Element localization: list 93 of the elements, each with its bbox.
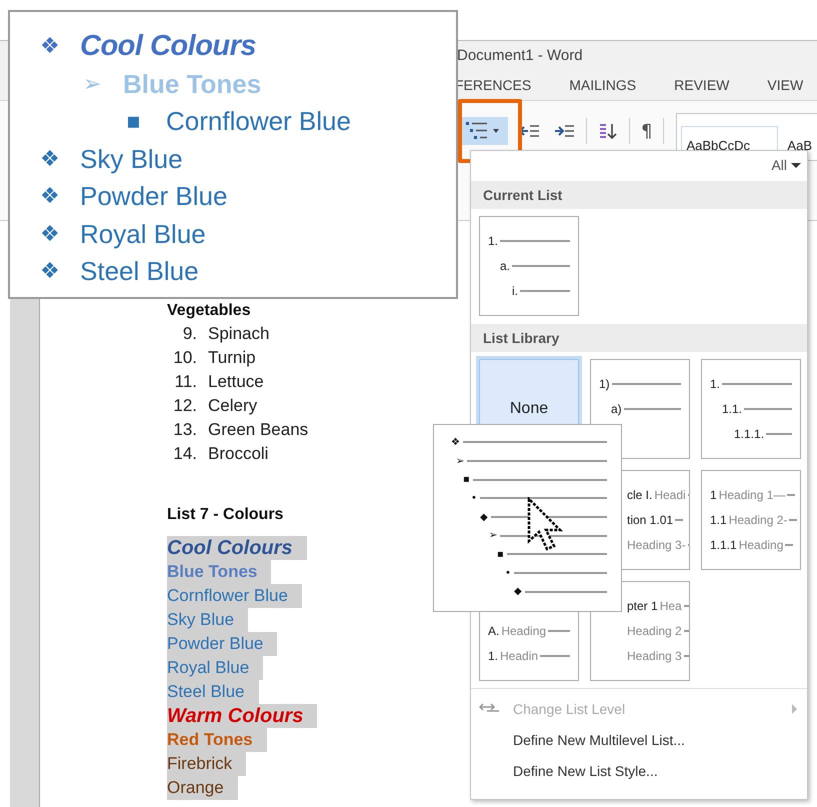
show-formatting-button[interactable]: ¶ <box>638 117 656 145</box>
section-header: List Library <box>471 324 807 352</box>
submenu-arrow-icon <box>792 704 797 714</box>
list-number: 10. <box>172 347 197 369</box>
list-heading: Vegetables <box>167 302 251 320</box>
mouse-pointer-icon <box>527 497 563 553</box>
bullet-symbol: • <box>471 492 477 504</box>
bullet-symbol: ▪ <box>497 548 504 560</box>
bullet-symbol: ❖ <box>40 259 61 284</box>
heading-label: Heading 3- <box>627 538 686 552</box>
heading-label: Heading 2- <box>728 512 788 526</box>
bullet-symbol: ❖ <box>40 222 61 247</box>
selected-list-item: Cornflower Blue <box>167 584 302 608</box>
level-number: a) <box>611 402 622 416</box>
list-heading: List 7 - Colours <box>167 506 284 524</box>
level-number: A. <box>488 624 500 638</box>
selected-list-item: Red Tones <box>167 728 267 752</box>
bullet-symbol: ❖ <box>451 436 460 448</box>
selected-list-item: Firebrick <box>167 752 246 776</box>
menu-item[interactable]: Define New Multilevel List... <box>471 724 807 755</box>
list-item: Powder Blue <box>80 181 228 212</box>
heading-label: Heading 1— <box>718 488 786 502</box>
level-number: 1 <box>710 488 717 502</box>
selected-list-item: Powder Blue <box>167 632 278 656</box>
list-item: Celery <box>208 395 258 417</box>
selected-list-item: Orange <box>167 776 238 800</box>
bullet-symbol: ❖ <box>40 34 61 60</box>
window-title: Document1 - Word <box>457 47 583 64</box>
level-number: pter 1 <box>627 598 658 612</box>
level-number: cle I. <box>627 488 652 502</box>
bullet-symbol: ◆ <box>514 586 522 598</box>
bullet-symbol: ➢ <box>489 530 498 542</box>
list-item: Sky Blue <box>80 144 183 175</box>
list-number: 12. <box>172 395 197 417</box>
bullet-symbol: ➢ <box>83 72 102 97</box>
list-item: Cool Colours <box>80 30 256 64</box>
ribbon-tab[interactable]: REVIEW <box>674 77 730 93</box>
bullet-symbol: • <box>505 568 511 579</box>
bullet-symbol: ❖ <box>40 184 61 210</box>
list-style-option[interactable]: 1. a. i. <box>479 216 579 316</box>
level-number: i. <box>512 284 518 298</box>
menu-item[interactable]: Define New List Style... <box>471 755 807 786</box>
level-number: 1. <box>710 376 720 390</box>
selected-list-item: Cool Colours <box>167 536 307 560</box>
list-item: Royal Blue <box>80 218 206 250</box>
level-number: 1.1. <box>722 402 742 416</box>
list-style-option[interactable]: 1. 1.1. 1.1.1. <box>701 359 801 459</box>
sort-icon <box>598 122 618 140</box>
decrease-indent-icon <box>519 123 540 139</box>
list-item: Steel Blue <box>80 256 199 288</box>
bullet-symbol: ▪ <box>126 109 142 134</box>
list-item: Spinach <box>208 323 270 345</box>
level-number: tion 1.01 <box>627 512 674 526</box>
list-number: 9. <box>182 323 197 345</box>
list-item: Green Beans <box>208 419 308 441</box>
bullet-symbol: ❖ <box>40 146 61 172</box>
selected-list-item: Blue Tones <box>167 560 272 584</box>
list-item: Broccoli <box>208 443 270 465</box>
level-number: a. <box>500 258 510 272</box>
list-number: 11. <box>174 371 197 393</box>
heading-label: Headi <box>654 488 686 502</box>
ribbon-tab[interactable]: VIEW <box>767 77 804 93</box>
level-number: 1. <box>488 234 498 248</box>
level-number: 1.1 <box>710 512 727 526</box>
increase-indent-icon <box>554 123 575 139</box>
bullet-symbol: ◆ <box>480 512 488 523</box>
selected-list-item: Sky Blue <box>167 608 248 632</box>
selected-list-item: Royal Blue <box>167 656 264 680</box>
ribbon-tab[interactable]: MAILINGS <box>569 77 636 93</box>
heading-label: Heading 2 <box>627 624 682 638</box>
bullet-symbol: ▪ <box>463 474 470 486</box>
heading-label: Heading <box>738 538 784 552</box>
list-style-option[interactable]: pter 1 Hea Heading 2 Heading 3 <box>590 581 690 681</box>
list-style-option[interactable]: 1 Heading 1— 1.1 Heading 2- 1.1.1 Heading <box>701 470 801 570</box>
level-number: 1.1.1 <box>710 538 737 552</box>
list-item: Blue Tones <box>123 68 262 100</box>
list-number: 14. <box>172 443 197 465</box>
multilevel-list-icon <box>465 120 501 142</box>
level-number: 1. <box>488 648 498 662</box>
list-item: Cornflower Blue <box>166 106 351 138</box>
heading-label: Heading 3 <box>627 648 682 662</box>
bullet-symbol: ➢ <box>456 456 464 467</box>
selected-list-item: Steel Blue <box>167 680 258 704</box>
list-item: Turnip <box>208 347 257 369</box>
section-header: Current List <box>471 181 807 209</box>
list-number: 13. <box>172 419 197 441</box>
heading-label: Heading <box>501 624 546 638</box>
list-item: Lettuce <box>208 371 265 393</box>
level-number: 1) <box>599 376 610 390</box>
selected-list-item: Warm Colours <box>167 704 318 728</box>
level-number: 1.1.1. <box>734 426 764 440</box>
heading-label: Headin <box>500 648 538 662</box>
heading-label: Hea <box>660 598 682 612</box>
